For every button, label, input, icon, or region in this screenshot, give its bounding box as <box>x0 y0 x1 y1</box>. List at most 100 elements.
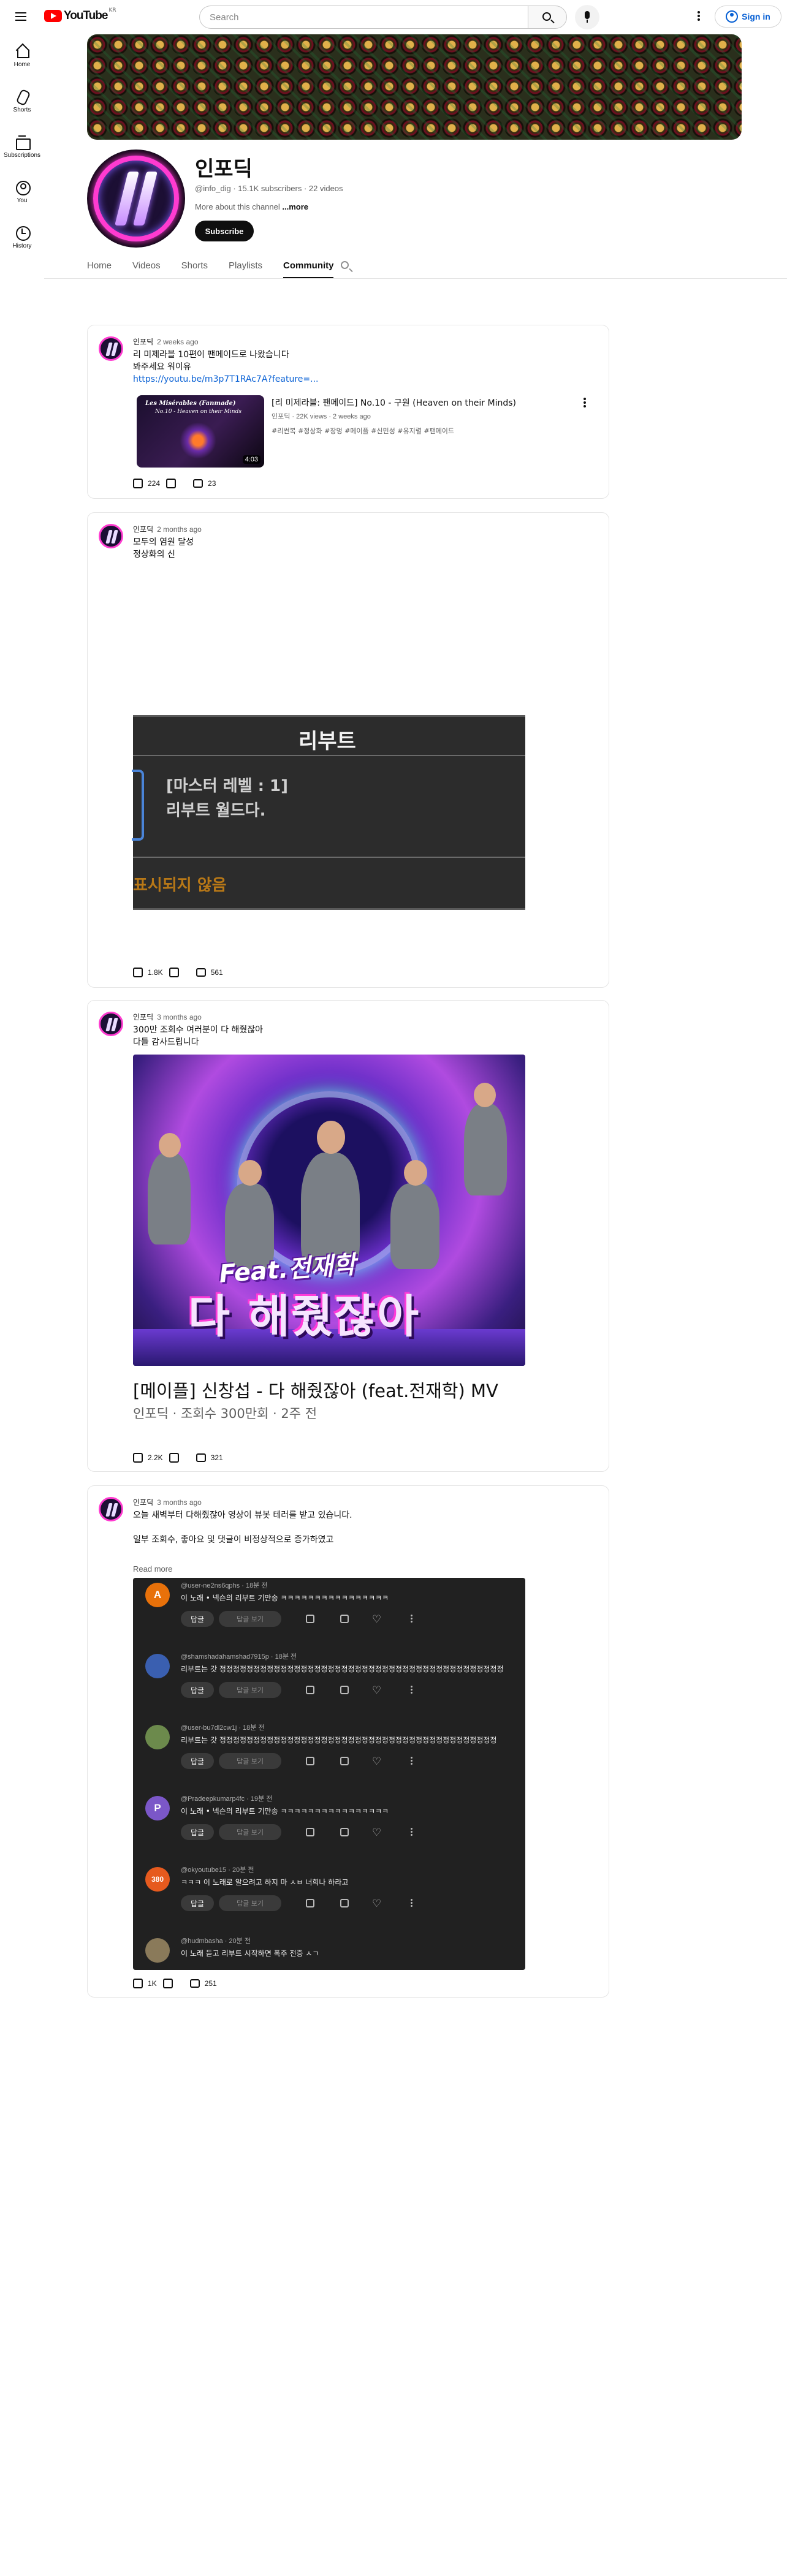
post-image[interactable]: Feat.전재학 다 해줬잖아 <box>133 1055 525 1366</box>
tabs-divider <box>44 278 787 279</box>
comment-icon[interactable] <box>189 1979 200 1988</box>
search-button[interactable] <box>528 6 567 29</box>
rail-item-history[interactable]: History <box>0 216 44 261</box>
comment-icon[interactable] <box>193 479 203 488</box>
comment-text: ㅋㅋㅋ 이 노래로 알으려고 하지 마 ㅅㅂ 너희나 하라고 <box>181 1878 349 1887</box>
tab-home[interactable]: Home <box>87 254 112 278</box>
comment-replies-button: 답글 보기 <box>219 1682 281 1698</box>
comment-count: 251 <box>204 1979 217 1988</box>
channel-tabs: Home Videos Shorts Playlists Community <box>87 254 354 278</box>
post-author-avatar[interactable] <box>99 524 123 548</box>
rail-item-you[interactable]: You <box>0 170 44 216</box>
menu-icon[interactable] <box>13 10 28 25</box>
like-icon[interactable] <box>133 968 143 977</box>
video-title[interactable]: [리 미제라블: 팬메이드] No.10 - 구원 (Heaven on the… <box>272 396 516 409</box>
comment-menu-icon <box>410 1684 413 1695</box>
subscribe-button[interactable]: Subscribe <box>195 221 254 241</box>
like-icon[interactable] <box>133 1453 143 1463</box>
post-author-avatar[interactable] <box>99 1497 123 1521</box>
top-bar: YouTube KR Sign in <box>0 0 787 34</box>
comment-item: @shamshadahamshad7915p · 18분 전 리부트는 갓 정정… <box>133 1650 525 1721</box>
youtube-logo[interactable]: YouTube KR <box>44 7 116 23</box>
comment-menu-icon <box>410 1898 413 1908</box>
post-header: 인포딕 2 months ago <box>133 524 202 534</box>
post-time[interactable]: 2 weeks ago <box>157 338 198 346</box>
post-text: 오늘 새벽부터 다해줬잖아 영상이 뷰봇 테러를 받고 있습니다. 일부 조회수… <box>133 1509 352 1546</box>
post-time[interactable]: 3 months ago <box>157 1013 202 1021</box>
like-count: 224 <box>148 479 161 488</box>
video-menu-icon[interactable] <box>583 396 587 409</box>
comment-text: 이 노래 • 넥슨의 리부트 기만송 ㅋㅋㅋㅋㅋㅋㅋㅋㅋㅋㅋㅋㅋㅋㅋㅋ <box>181 1594 389 1602</box>
comment-avatar <box>145 1938 170 1963</box>
post-time[interactable]: 2 months ago <box>157 525 202 534</box>
like-count: 2.2K <box>148 1453 163 1462</box>
post-link[interactable]: https://youtu.be/m3p7T1RAc7A?feature=... <box>133 373 318 385</box>
post-line: 일부 조회수, 좋아요 및 댓글이 비정상적으로 증가하였고 <box>133 1535 334 1545</box>
comment-avatar: 380 <box>145 1867 170 1892</box>
comment-avatar: A <box>145 1583 170 1607</box>
comment-icon[interactable] <box>196 968 206 977</box>
comment-user: @hudmbasha · 20분 전 <box>181 1938 251 1945</box>
thumbnail-subtitle: No.10 - Heaven on their Minds <box>155 409 241 415</box>
rail-label: You <box>17 197 28 204</box>
settings-menu-icon[interactable] <box>691 10 706 25</box>
rail-item-shorts[interactable]: Shorts <box>0 80 44 125</box>
post-image[interactable]: 리부트 [마스터 레벨 : 1] 리부트 월드다. 표시되지 않음 <box>132 567 525 959</box>
image-caption-title: [메이플] 신창섭 - 다 해줬잖아 (feat.전재학) MV <box>133 1381 498 1401</box>
image-caption-meta: 인포딕 · 조회수 300만회 · 2주 전 <box>133 1406 317 1421</box>
comment-menu-icon <box>410 1613 413 1624</box>
comment-item: P @Pradeepkumarp4fc · 19분 전 이 노래 • 넥슨의 리… <box>133 1792 525 1863</box>
post-author-avatar[interactable] <box>99 1012 123 1036</box>
comment-text: 리부트는 갓 정정정정정정정정정정정정정정정정정정정정정정정정정정정정정정정정정… <box>181 1665 504 1673</box>
post-actions: 1K 251 <box>133 1976 217 1991</box>
search-input[interactable] <box>199 6 528 29</box>
comment-user: @user-bu7dl2cw1j · 18분 전 <box>181 1724 265 1732</box>
rail-item-subscriptions[interactable]: Subscriptions <box>0 125 44 170</box>
post-image[interactable]: A @user-ne2ns6qphs · 18분 전 이 노래 • 넥슨의 리부… <box>133 1578 525 1970</box>
like-icon[interactable] <box>133 1979 143 1988</box>
tab-videos[interactable]: Videos <box>132 254 161 278</box>
youtube-play-icon <box>44 10 62 22</box>
channel-meta: @info_dig · 15.1K subscribers · 22 video… <box>195 184 343 193</box>
post-header: 인포딕 2 weeks ago <box>133 336 199 347</box>
video-thumbnail[interactable]: Les Misérables (Fanmade) No.10 - Heaven … <box>137 395 264 468</box>
dislike-icon[interactable] <box>169 968 179 977</box>
comment-dislike-icon <box>340 1899 349 1907</box>
channel-about[interactable]: More about this channel ...more <box>195 202 308 211</box>
tab-community[interactable]: Community <box>283 254 333 278</box>
rail-label: History <box>12 243 32 249</box>
logo-region: KR <box>108 7 116 13</box>
post-author[interactable]: 인포딕 <box>133 338 153 346</box>
reboot-world-icon <box>132 770 144 841</box>
post-time[interactable]: 3 months ago <box>157 1498 202 1507</box>
comment-text: 이 노래 • 넥슨의 리부트 기만송 ㅋㅋㅋㅋㅋㅋㅋㅋㅋㅋㅋㅋㅋㅋㅋㅋ <box>181 1807 389 1816</box>
heart-icon: ♡ <box>372 1827 382 1839</box>
about-more-link[interactable]: ...more <box>282 202 308 211</box>
tab-playlists[interactable]: Playlists <box>229 254 262 278</box>
post-author[interactable]: 인포딕 <box>133 1013 153 1021</box>
post-author[interactable]: 인포딕 <box>133 525 153 534</box>
reboot-hidden-label: 표시되지 않음 <box>133 876 227 895</box>
comment-user: @shamshadahamshad7915p · 18분 전 <box>181 1653 297 1661</box>
reboot-title: 리부트 <box>298 729 356 754</box>
channel-search-button[interactable] <box>340 260 352 272</box>
dislike-icon[interactable] <box>166 479 177 488</box>
you-icon <box>15 180 31 195</box>
reboot-line: 리부트 월드다. <box>166 801 266 820</box>
mv-title-label: 다 해줬잖아 <box>188 1290 420 1343</box>
sign-in-button[interactable]: Sign in <box>715 6 781 28</box>
comment-menu-icon <box>410 1827 413 1837</box>
heart-icon: ♡ <box>372 1613 382 1626</box>
post-actions: 224 23 <box>133 476 216 491</box>
comment-avatar <box>145 1725 170 1749</box>
like-icon[interactable] <box>133 479 143 488</box>
tab-shorts[interactable]: Shorts <box>181 254 208 278</box>
post-author[interactable]: 인포딕 <box>133 1498 153 1507</box>
dislike-icon[interactable] <box>169 1453 179 1463</box>
post-author-avatar[interactable] <box>99 336 123 361</box>
comment-icon[interactable] <box>196 1453 206 1462</box>
dislike-icon[interactable] <box>162 1979 173 1988</box>
voice-search-button[interactable] <box>575 5 599 29</box>
read-more-link[interactable]: Read more <box>133 1564 172 1574</box>
rail-item-home[interactable]: Home <box>0 34 44 80</box>
